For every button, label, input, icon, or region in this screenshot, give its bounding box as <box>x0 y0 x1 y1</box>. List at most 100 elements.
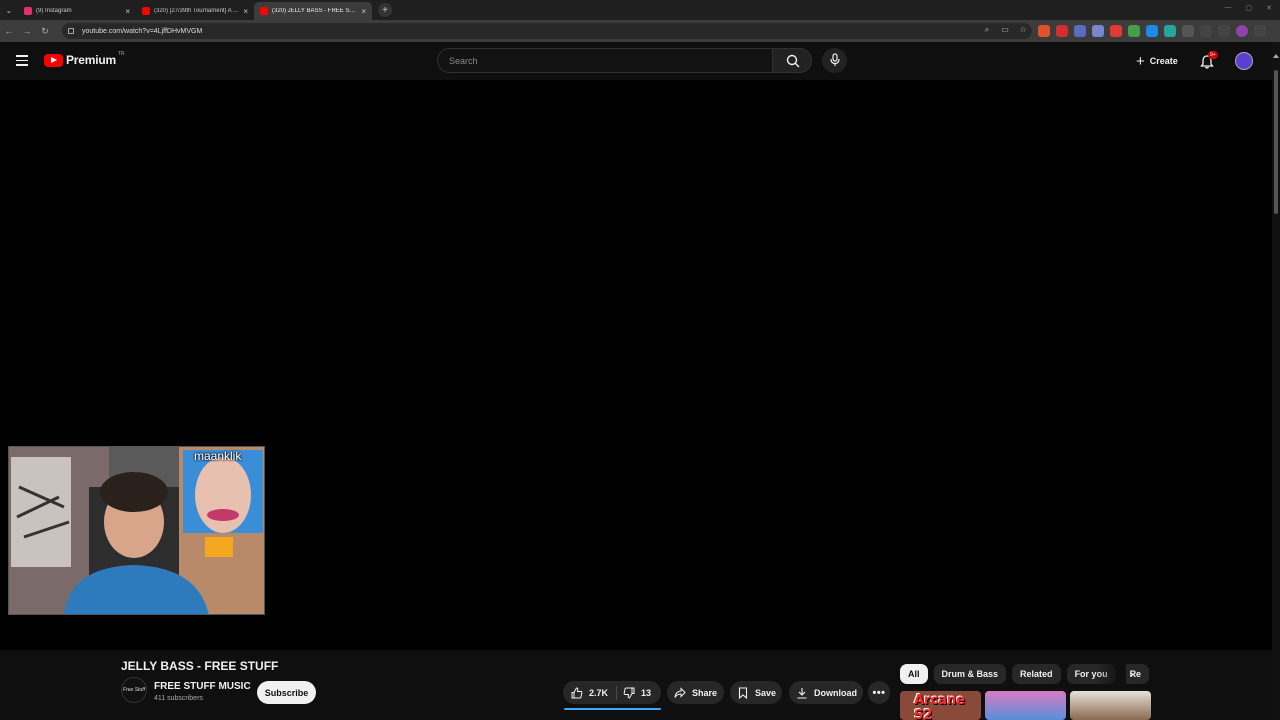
browser-menu-icon[interactable] <box>1254 25 1266 37</box>
logo-text: Premium <box>66 53 116 67</box>
downloads-icon[interactable] <box>1200 25 1212 37</box>
maximize-icon[interactable]: ▢ <box>1246 4 1253 12</box>
youtube-favicon-icon <box>260 7 268 15</box>
youtube-play-icon <box>44 53 63 67</box>
extension-icon[interactable] <box>1092 25 1104 37</box>
site-info-icon[interactable] <box>68 28 74 34</box>
menu-icon[interactable] <box>16 55 28 66</box>
youtube-header: Premium TR + Create 9+ <box>0 42 1272 80</box>
forward-icon[interactable]: → <box>18 26 36 36</box>
microphone-icon <box>830 53 840 66</box>
extension-icon[interactable] <box>1128 25 1140 37</box>
search-icon <box>786 54 800 68</box>
tab-title: (320) [27/39th Tournament] A ... <box>154 8 238 14</box>
new-tab-icon[interactable]: + <box>378 3 392 17</box>
extension-icon[interactable] <box>1110 25 1122 37</box>
like-divider <box>616 685 618 700</box>
download-label: Download <box>814 687 857 698</box>
scrollbar-thumb[interactable] <box>1274 70 1278 214</box>
browser-address-bar: ← → ↻ youtube.com/watch?v=4LjffDHvMVGM ⌕… <box>0 20 1280 42</box>
channel-name[interactable]: FREE STUFF MUSIC <box>154 681 251 692</box>
video-thumbnail[interactable] <box>1070 691 1151 720</box>
thumbs-down-icon <box>623 687 635 699</box>
extension-icon[interactable] <box>1146 25 1158 37</box>
like-dislike-group: 2.7K 13 <box>563 681 661 704</box>
more-actions-button[interactable]: ••• <box>868 681 890 704</box>
search-box <box>437 48 773 73</box>
tab-title: (9) Instagram <box>36 8 72 14</box>
share-icon <box>674 686 686 698</box>
share-label: Share <box>692 687 718 698</box>
download-icon <box>797 687 807 699</box>
recommended-thumbnails: Arcane S2 <box>900 691 1151 720</box>
tab-list-icon[interactable] <box>1218 25 1230 37</box>
browser-tab-bar: ⌄ (9) Instagram × (320) [27/39th Tournam… <box>0 0 1280 20</box>
chip-drum-bass[interactable]: Drum & Bass <box>933 664 1007 684</box>
chips-fade <box>1096 664 1126 686</box>
chip-related[interactable]: Related <box>1012 664 1061 684</box>
close-icon[interactable]: × <box>125 7 130 16</box>
cast-icon[interactable]: ▭ <box>1000 25 1010 35</box>
youtube-favicon-icon <box>142 7 150 15</box>
notifications-badge: 9+ <box>1208 51 1218 59</box>
save-button[interactable]: Save <box>730 681 782 704</box>
zoom-icon[interactable]: ⌕ <box>982 25 992 35</box>
close-icon[interactable]: × <box>361 7 366 16</box>
extensions-puzzle-icon[interactable] <box>1182 25 1194 37</box>
like-count: 2.7K <box>589 687 609 698</box>
search-button[interactable] <box>772 48 812 73</box>
video-title: JELLY BASS - FREE STUFF <box>121 659 279 673</box>
plus-icon: + <box>1136 52 1145 70</box>
window-close-icon[interactable]: ✕ <box>1266 4 1272 12</box>
browser-tab-jelly-bass[interactable]: (320) JELLY BASS - FREE STUFF × <box>254 2 372 20</box>
bookmark-star-icon[interactable]: ☆ <box>1018 25 1028 35</box>
instagram-favicon-icon <box>24 7 32 15</box>
channel-avatar[interactable]: Free Stuff <box>121 677 147 703</box>
bookmark-icon <box>738 686 748 699</box>
scroll-up-icon[interactable] <box>1273 54 1279 58</box>
extension-icon[interactable] <box>1164 25 1176 37</box>
url-text: youtube.com/watch?v=4LjffDHvMVGM <box>82 27 203 35</box>
thumbnail-text: Arcane S2 <box>914 693 966 720</box>
dislike-count: 13 <box>641 687 652 698</box>
youtube-premium-logo[interactable]: Premium TR <box>44 51 125 67</box>
minimize-icon[interactable]: — <box>1225 4 1232 12</box>
subscriber-count: 411 subscribers <box>154 695 203 702</box>
tab-title: (320) JELLY BASS - FREE STUFF <box>272 8 358 14</box>
video-thumbnail[interactable]: Arcane S2 <box>900 691 981 720</box>
like-ratio-bar <box>564 708 661 710</box>
browser-tab-tournament[interactable]: (320) [27/39th Tournament] A ... × <box>136 2 254 20</box>
close-icon[interactable]: × <box>243 7 248 16</box>
page-scrollbar[interactable] <box>1272 42 1280 720</box>
extension-icon[interactable] <box>1038 25 1050 37</box>
url-field[interactable]: youtube.com/watch?v=4LjffDHvMVGM <box>62 23 1032 39</box>
video-thumbnail[interactable] <box>985 691 1066 720</box>
share-button[interactable]: Share <box>667 681 724 704</box>
thumbs-up-icon <box>571 686 583 698</box>
extension-icon[interactable] <box>1056 25 1068 37</box>
create-button[interactable]: + Create <box>1130 49 1184 73</box>
extensions-bar <box>1038 25 1266 37</box>
webcam-image <box>9 447 264 614</box>
search-input[interactable] <box>438 49 772 72</box>
create-label: Create <box>1149 56 1178 66</box>
webcam-overlay-name: maanklik <box>194 449 242 463</box>
extension-icon[interactable] <box>1074 25 1086 37</box>
window-controls: — ▢ ✕ <box>1225 4 1273 12</box>
more-dots-icon: ••• <box>872 686 886 699</box>
tab-search-chevron-icon[interactable]: ⌄ <box>0 0 18 20</box>
voice-search-button[interactable] <box>822 48 847 73</box>
back-icon[interactable]: ← <box>0 26 18 36</box>
download-button[interactable]: Download <box>789 681 863 704</box>
browser-tab-instagram[interactable]: (9) Instagram × <box>18 2 136 20</box>
profile-icon[interactable] <box>1236 25 1248 37</box>
dislike-button[interactable]: 13 <box>623 681 651 704</box>
subscribe-button[interactable]: Subscribe <box>257 681 316 704</box>
country-code: TR <box>117 51 125 57</box>
reload-icon[interactable]: ↻ <box>36 26 54 37</box>
url-actions: ⌕ ▭ ☆ <box>982 25 1028 35</box>
chip-all[interactable]: All <box>900 664 928 684</box>
like-button[interactable]: 2.7K <box>563 681 608 704</box>
account-avatar[interactable] <box>1235 52 1253 70</box>
chevron-right-icon[interactable]: › <box>1130 669 1134 681</box>
